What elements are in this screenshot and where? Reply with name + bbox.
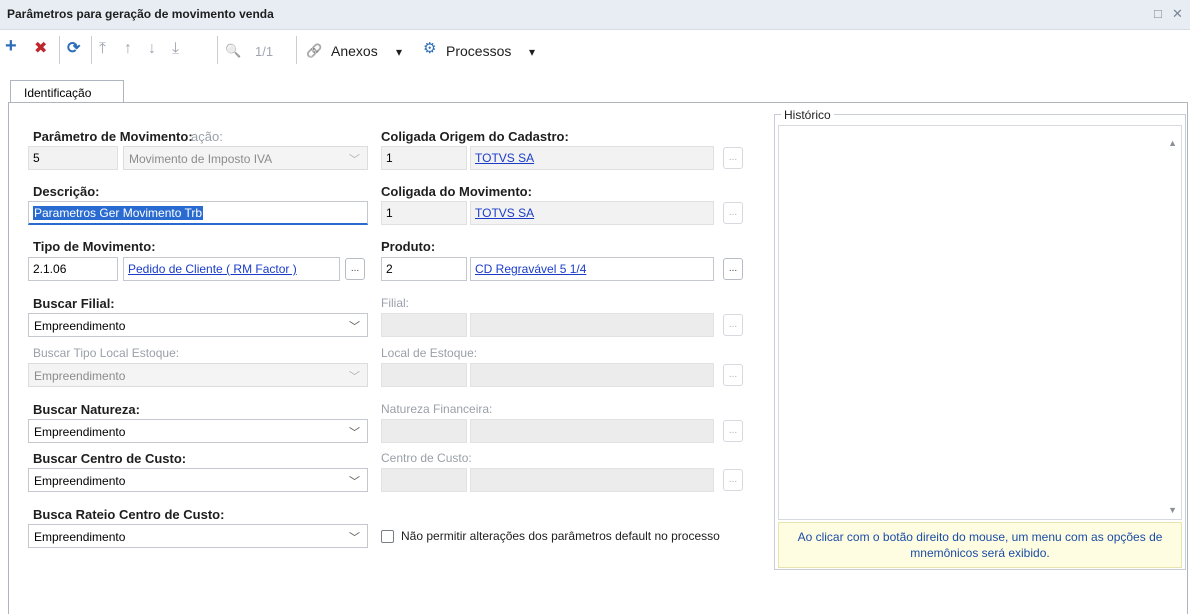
buscar-filial-select[interactable]: Empreendimento ﹀ xyxy=(28,313,368,337)
buscar-filial-label: Buscar Filial: xyxy=(33,296,115,311)
first-record-icon[interactable]: ⤒ xyxy=(99,40,106,58)
busca-rateio-select[interactable]: Empreendimento ﹀ xyxy=(28,524,368,548)
produto-name-field[interactable]: CD Regravável 5 1/4 xyxy=(470,257,714,281)
processes-dropdown-icon[interactable]: ▾ xyxy=(529,45,535,59)
buscar-tipo-local-value: Empreendimento xyxy=(34,369,126,383)
coligada-origem-code-field[interactable]: 1 xyxy=(381,146,467,170)
coligada-movimento-label: Coligada do Movimento: xyxy=(381,184,532,199)
coligada-movimento-name-link[interactable]: TOTVS SA xyxy=(475,206,534,220)
natureza-financeira-name-field[interactable] xyxy=(470,419,714,443)
last-record-icon[interactable]: ⤓ xyxy=(172,40,179,58)
natureza-financeira-lookup-button[interactable]: ... xyxy=(723,420,743,442)
descricao-label: Descrição: xyxy=(33,184,100,199)
scroll-down-icon[interactable]: ▼ xyxy=(1168,505,1177,515)
centro-custo-code-field[interactable] xyxy=(381,468,467,492)
chevron-down-icon: ﹀ xyxy=(349,154,360,166)
param-movimento-type-select[interactable]: Movimento de Imposto IVA ﹀ xyxy=(123,146,368,170)
filial-lookup-button[interactable]: ... xyxy=(723,314,743,336)
historico-title: Histórico xyxy=(781,108,834,122)
buscar-tipo-local-select[interactable]: Empreendimento ﹀ xyxy=(28,363,368,387)
buscar-centro-custo-label: Buscar Centro de Custo: xyxy=(33,451,187,466)
produto-lookup-button[interactable]: ... xyxy=(723,258,743,280)
toolbar-separator xyxy=(59,36,60,64)
window-title: Parâmetros para geração de movimento ven… xyxy=(7,7,274,21)
coligada-movimento-name-field[interactable]: TOTVS SA xyxy=(470,201,714,225)
nao-permitir-alteracoes-label[interactable]: Não permitir alterações dos parâmetros d… xyxy=(401,529,720,543)
buscar-centro-custo-select[interactable]: Empreendimento ﹀ xyxy=(28,468,368,492)
tipo-movimento-name-field[interactable]: Pedido de Cliente ( RM Factor ) xyxy=(123,257,340,281)
chevron-down-icon: ﹀ xyxy=(349,371,360,383)
buscar-tipo-local-label: Buscar Tipo Local Estoque: xyxy=(33,346,180,360)
coligada-movimento-code-field[interactable]: 1 xyxy=(381,201,467,225)
natureza-financeira-code-field[interactable] xyxy=(381,419,467,443)
natureza-financeira-label: Natureza Financeira: xyxy=(381,402,493,416)
buscar-filial-value: Empreendimento xyxy=(34,319,126,333)
historico-textarea[interactable]: ▲ ▼ xyxy=(778,125,1182,520)
coligada-origem-label: Coligada Origem do Cadastro: xyxy=(381,129,569,144)
search-icon[interactable]: 🔍 xyxy=(225,42,241,60)
toolbar-separator xyxy=(296,36,297,64)
centro-custo-name-field[interactable] xyxy=(470,468,714,492)
overlapped-label-fragment: ação: xyxy=(191,129,223,144)
attachment-icon[interactable]: 🔗 xyxy=(306,42,322,60)
tipo-movimento-lookup-button[interactable]: ... xyxy=(345,258,365,280)
produto-label: Produto: xyxy=(381,239,436,254)
buscar-centro-custo-value: Empreendimento xyxy=(34,474,126,488)
refresh-icon[interactable]: ⟳ xyxy=(67,40,80,58)
next-record-icon[interactable]: ↓ xyxy=(148,40,156,58)
chevron-down-icon: ﹀ xyxy=(349,476,360,488)
produto-name-link[interactable]: CD Regravável 5 1/4 xyxy=(475,262,586,276)
nao-permitir-alteracoes-checkbox[interactable] xyxy=(381,530,394,543)
chevron-down-icon: ﹀ xyxy=(349,532,360,544)
descricao-value: Parametros Ger Movimento Trb xyxy=(33,206,204,220)
attachments-menu[interactable]: Anexos xyxy=(331,43,378,59)
local-estoque-label: Local de Estoque: xyxy=(381,346,478,360)
close-icon[interactable]: ✕ xyxy=(1172,6,1183,22)
page-indicator: 1/1 xyxy=(255,44,274,59)
chevron-down-icon: ﹀ xyxy=(349,321,360,333)
buscar-natureza-label: Buscar Natureza: xyxy=(33,402,140,417)
param-movimento-label: Parâmetro de Movimento: xyxy=(33,129,193,144)
filial-name-field[interactable] xyxy=(470,313,714,337)
busca-rateio-value: Empreendimento xyxy=(34,530,126,544)
buscar-natureza-value: Empreendimento xyxy=(34,425,126,439)
filial-label: Filial: xyxy=(381,296,410,310)
produto-code-field[interactable]: 2 xyxy=(381,257,467,281)
filial-code-field[interactable] xyxy=(381,313,467,337)
buscar-natureza-select[interactable]: Empreendimento ﹀ xyxy=(28,419,368,443)
param-movimento-code-field[interactable]: 5 xyxy=(28,146,118,170)
maximize-icon[interactable]: □ xyxy=(1154,6,1162,21)
previous-record-icon[interactable]: ↑ xyxy=(124,40,132,58)
chevron-down-icon: ﹀ xyxy=(349,427,360,439)
local-estoque-code-field[interactable] xyxy=(381,363,467,387)
coligada-origem-name-link[interactable]: TOTVS SA xyxy=(475,151,534,165)
historico-tip: Ao clicar com o botão direito do mouse, … xyxy=(778,522,1182,568)
centro-custo-label: Centro de Custo: xyxy=(381,451,472,465)
tipo-movimento-code-field[interactable]: 2.1.06 xyxy=(28,257,118,281)
centro-custo-lookup-button[interactable]: ... xyxy=(723,469,743,491)
delete-icon[interactable]: ✖ xyxy=(34,40,47,58)
processes-menu[interactable]: Processos xyxy=(446,43,511,59)
tab-identificacao[interactable]: Identificação xyxy=(10,80,124,103)
local-estoque-name-field[interactable] xyxy=(470,363,714,387)
local-estoque-lookup-button[interactable]: ... xyxy=(723,364,743,386)
toolbar-separator xyxy=(217,36,218,64)
descricao-field[interactable]: Parametros Ger Movimento Trb xyxy=(28,201,368,225)
add-icon[interactable]: + xyxy=(5,36,17,56)
coligada-origem-name-field[interactable]: TOTVS SA xyxy=(470,146,714,170)
toolbar-separator xyxy=(91,36,92,64)
tipo-movimento-label: Tipo de Movimento: xyxy=(33,239,156,254)
busca-rateio-label: Busca Rateio Centro de Custo: xyxy=(33,507,225,522)
coligada-movimento-lookup-button[interactable]: ... xyxy=(723,202,743,224)
scroll-up-icon[interactable]: ▲ xyxy=(1168,138,1177,148)
coligada-origem-lookup-button[interactable]: ... xyxy=(723,147,743,169)
window-titlebar: Parâmetros para geração de movimento ven… xyxy=(0,0,1190,30)
gear-icon[interactable]: ⚙ xyxy=(423,40,436,58)
param-movimento-type-value: Movimento de Imposto IVA xyxy=(129,152,273,166)
attachments-dropdown-icon[interactable]: ▾ xyxy=(396,45,402,59)
tipo-movimento-name-link[interactable]: Pedido de Cliente ( RM Factor ) xyxy=(128,262,297,276)
